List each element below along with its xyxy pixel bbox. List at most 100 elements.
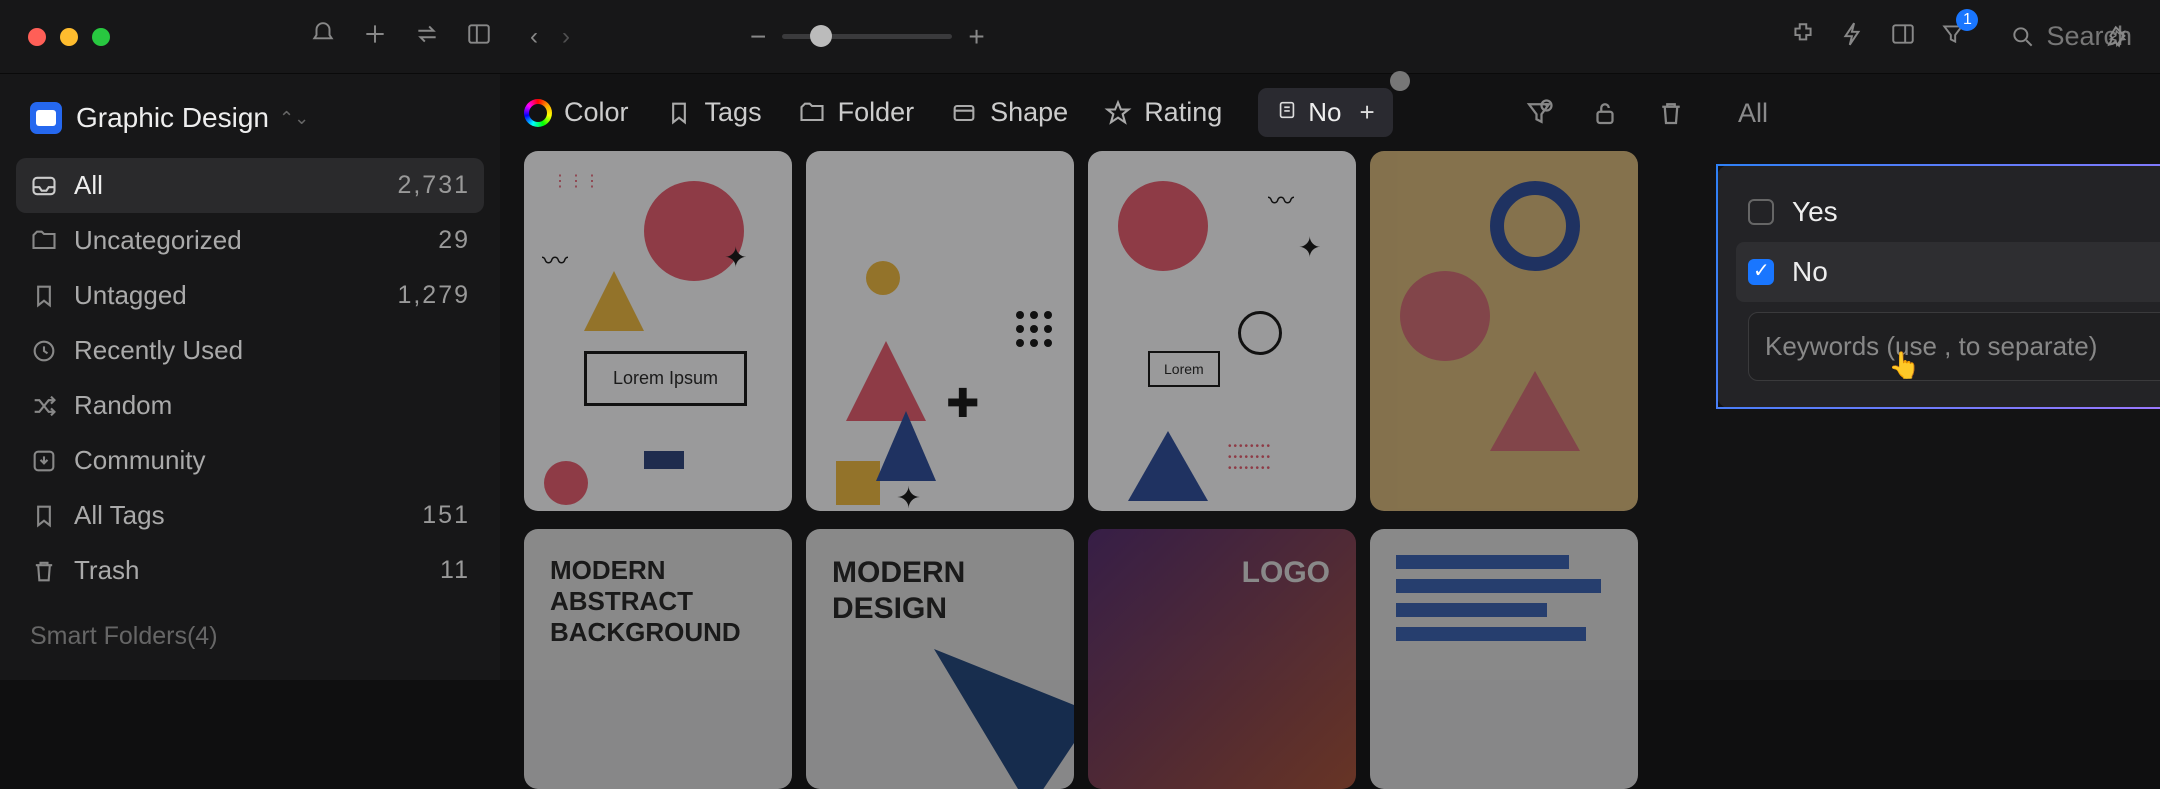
window-controls [28, 28, 110, 46]
smart-folders-header[interactable]: Smart Folders(4) [16, 622, 484, 651]
keywords-input[interactable]: Keywords (use , to separate) [1748, 312, 2160, 381]
bookmark-icon [665, 99, 693, 127]
sidebar-item-trash[interactable]: Trash 11 [16, 543, 484, 598]
filter-shape[interactable]: Shape [950, 97, 1068, 128]
sidebar-item-label: All [74, 170, 103, 201]
fullscreen-window-button[interactable] [92, 28, 110, 46]
sidebar-item-uncategorized[interactable]: Uncategorized 29 [16, 213, 484, 268]
thumbnail-card[interactable]: Lorem 〰 ✦ •••••••••••••••••••••••• [1088, 151, 1356, 511]
folder-icon [30, 227, 58, 255]
sidebar-item-all[interactable]: All 2,731 [16, 158, 484, 213]
sidebar-item-label: Trash [74, 555, 140, 586]
nav-back-button[interactable]: ‹ [530, 23, 538, 51]
thumbnail-card[interactable]: ✚ ✦ [806, 151, 1074, 511]
card-title: MODERN DESIGN [806, 529, 1074, 653]
bell-icon[interactable] [310, 21, 336, 52]
thumbnail-card[interactable] [1370, 529, 1638, 789]
sidebar-item-count: 151 [422, 501, 470, 530]
sidebar-item-count: 1,279 [397, 281, 470, 310]
checkbox-unchecked[interactable] [1748, 199, 1774, 225]
filter-active-tab[interactable]: No + [1258, 88, 1392, 137]
titlebar: ‹ › − + 1 Search [0, 0, 2160, 74]
popover-option-yes[interactable]: Yes [1736, 182, 2160, 242]
thumbnail-card[interactable] [1370, 151, 1638, 511]
download-icon [30, 447, 58, 475]
transfer-icon[interactable] [414, 21, 440, 52]
bookmark-icon [30, 502, 58, 530]
bolt-icon[interactable] [1840, 21, 1866, 52]
sidebar-item-label: Recently Used [74, 335, 243, 366]
filter-color[interactable]: Color [524, 97, 629, 128]
library-icon [30, 102, 62, 134]
sidebar-item-count: 2,731 [397, 171, 470, 200]
checkbox-checked[interactable] [1748, 259, 1774, 285]
filter-label: Tags [705, 97, 762, 128]
filter-label: Rating [1144, 97, 1222, 128]
titlebar-left-icons [310, 21, 492, 52]
thumbnail-card[interactable]: MODERN DESIGN [806, 529, 1074, 789]
popover-option-no[interactable]: No 👆 [1736, 242, 2160, 302]
plus-icon[interactable] [362, 21, 388, 52]
filter-badge: 1 [1956, 9, 1978, 31]
zoom-slider[interactable]: − + [750, 21, 985, 53]
lock-icon[interactable] [1590, 98, 1620, 128]
card-title: MODERN ABSTRACT BACKGROUND [524, 529, 792, 675]
sidebar-item-recent[interactable]: Recently Used [16, 323, 484, 378]
filter-label: Folder [838, 97, 915, 128]
sidebar-item-label: Uncategorized [74, 225, 242, 256]
filter-icon[interactable]: 1 [1940, 21, 1966, 52]
filter-tab-label: No [1308, 97, 1341, 128]
library-name: Graphic Design [76, 102, 269, 134]
sidebar-item-label: Random [74, 390, 172, 421]
sidebar-item-count: 29 [438, 226, 470, 255]
zoom-track[interactable] [782, 34, 952, 39]
notes-filter-popover: Yes No 👆 Keywords (use , to separate) [1716, 164, 2160, 409]
sidebar-item-label: Untagged [74, 280, 187, 311]
sidebar: Graphic Design ⌃⌄ All 2,731 Uncategorize… [0, 74, 500, 680]
zoom-out-button[interactable]: − [750, 21, 766, 53]
filter-folder[interactable]: Folder [798, 97, 915, 128]
sidebar-item-count: 11 [440, 556, 470, 585]
sidebar-item-random[interactable]: Random [16, 378, 484, 433]
close-window-button[interactable] [28, 28, 46, 46]
thumbnail-card[interactable]: Lorem Ipsum 〰 ✦ ⋮⋮⋮ [524, 151, 792, 511]
input-placeholder: Keywords (use , to separate) [1765, 331, 2097, 361]
filter-rating[interactable]: Rating [1104, 97, 1222, 128]
sidebar-item-all-tags[interactable]: All Tags 151 [16, 488, 484, 543]
titlebar-right-icons: 1 Search [1790, 21, 2132, 52]
library-switcher[interactable]: Graphic Design ⌃⌄ [16, 94, 484, 142]
minimize-window-button[interactable] [60, 28, 78, 46]
layout-icon[interactable] [1890, 21, 1916, 52]
add-filter-button[interactable]: + [1359, 97, 1374, 128]
trash-filter-icon[interactable] [1656, 98, 1686, 128]
card-label: Lorem Ipsum [584, 351, 747, 406]
recent-filters-icon[interactable] [1524, 98, 1554, 128]
card-title: LOGO [1088, 529, 1356, 617]
thumbnail-card[interactable]: MODERN ABSTRACT BACKGROUND [524, 529, 792, 789]
shape-icon [950, 99, 978, 127]
thumbnail-card[interactable]: LOGO [1088, 529, 1356, 789]
sidebar-item-untagged[interactable]: Untagged 1,279 [16, 268, 484, 323]
filter-tags[interactable]: Tags [665, 97, 762, 128]
star-icon [1104, 99, 1132, 127]
folder-icon [798, 99, 826, 127]
zoom-in-button[interactable]: + [968, 21, 984, 53]
sidebar-item-community[interactable]: Community [16, 433, 484, 488]
pin-icon[interactable] [2106, 24, 2132, 55]
nav-forward-button[interactable]: › [562, 23, 570, 51]
thumbnail-grid: Lorem Ipsum 〰 ✦ ⋮⋮⋮ ✚ ✦ Lorem [500, 151, 1710, 789]
color-ring-icon [524, 99, 552, 127]
filter-bar: Color Tags Folder Shape Rating No + [500, 74, 1710, 151]
option-label: Yes [1792, 196, 1838, 228]
extension-icon[interactable] [1790, 21, 1816, 52]
inbox-icon [30, 172, 58, 200]
zoom-thumb[interactable] [810, 25, 832, 47]
sidebar-item-label: Community [74, 445, 205, 476]
card-label: Lorem [1148, 351, 1220, 387]
sidebar-item-label: All Tags [74, 500, 165, 531]
trash-icon [30, 557, 58, 585]
note-icon [1276, 97, 1298, 128]
filter-label: Color [564, 97, 629, 128]
sidebar-toggle-icon[interactable] [466, 21, 492, 52]
filter-label: Shape [990, 97, 1068, 128]
